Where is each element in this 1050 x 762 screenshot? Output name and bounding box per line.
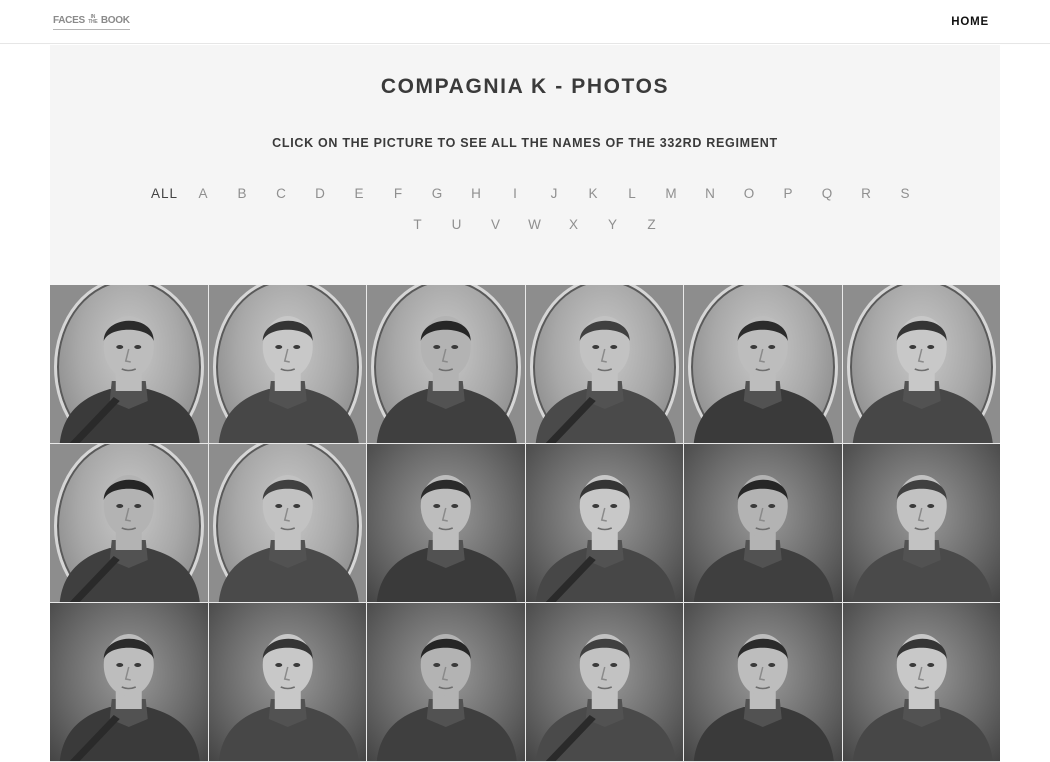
filter-w[interactable]: W <box>516 216 555 233</box>
photo-tile[interactable] <box>50 444 208 602</box>
logo-word-in-the: IN THE <box>88 14 98 25</box>
soldier-portrait-icon <box>535 634 676 761</box>
soldier-portrait-icon <box>376 316 517 443</box>
site-logo[interactable]: FACES IN THE BOOK <box>53 12 130 30</box>
filter-b[interactable]: B <box>223 185 262 202</box>
photo-tile[interactable] <box>367 444 525 602</box>
soldier-portrait-icon <box>59 634 200 761</box>
filter-g[interactable]: G <box>418 185 457 202</box>
soldier-portrait-icon <box>218 475 359 602</box>
soldier-portrait-icon <box>376 475 517 602</box>
soldier-portrait-icon <box>693 475 834 602</box>
filter-u[interactable]: U <box>438 216 477 233</box>
photo-tile[interactable] <box>208 444 366 602</box>
filter-f[interactable]: F <box>379 185 418 202</box>
photo-tile[interactable] <box>684 285 842 443</box>
filter-i[interactable]: I <box>496 185 535 202</box>
soldier-portrait-icon <box>59 475 200 602</box>
filter-z[interactable]: Z <box>633 216 672 233</box>
soldier-portrait-icon <box>535 475 676 602</box>
photo-tile[interactable] <box>684 603 842 761</box>
filter-a[interactable]: A <box>184 185 223 202</box>
soldier-portrait-icon <box>218 634 359 761</box>
filter-p[interactable]: P <box>769 185 808 202</box>
filter-v[interactable]: V <box>477 216 516 233</box>
filter-all[interactable]: ALL <box>145 185 184 202</box>
photo-tile[interactable] <box>367 285 525 443</box>
soldier-portrait-icon <box>693 316 834 443</box>
photo-tile[interactable] <box>525 285 683 443</box>
photo-tile[interactable] <box>525 603 683 761</box>
filter-n[interactable]: N <box>691 185 730 202</box>
filter-m[interactable]: M <box>652 185 691 202</box>
logo-word-faces: FACES <box>53 14 85 26</box>
photo-tile[interactable] <box>367 603 525 761</box>
filter-h[interactable]: H <box>457 185 496 202</box>
filter-x[interactable]: X <box>555 216 594 233</box>
filter-o[interactable]: O <box>730 185 769 202</box>
soldier-portrait-icon <box>852 634 993 761</box>
page-title: COMPAGNIA K - PHOTOS <box>380 75 670 98</box>
soldier-portrait-icon <box>852 316 993 443</box>
nav-home-link[interactable]: HOME <box>951 16 989 28</box>
photo-tile[interactable] <box>842 444 1000 602</box>
photo-tile[interactable] <box>842 603 1000 761</box>
soldier-portrait-icon <box>852 475 993 602</box>
soldier-portrait-icon <box>376 634 517 761</box>
letter-filter-bar: ALL A B C D E F G H I J K L M N O P Q R S T U V W X Y Z <box>145 185 925 233</box>
logo-word-book: BOOK <box>100 14 130 26</box>
filter-r[interactable]: R <box>847 185 886 202</box>
photo-tile[interactable] <box>50 603 208 761</box>
filter-e[interactable]: E <box>340 185 379 202</box>
filter-k[interactable]: K <box>574 185 613 202</box>
filter-s[interactable]: S <box>886 185 925 202</box>
filter-y[interactable]: Y <box>594 216 633 233</box>
photo-tile[interactable] <box>684 444 842 602</box>
soldier-portrait-icon <box>218 316 359 443</box>
filter-t[interactable]: T <box>399 216 438 233</box>
photo-tile[interactable] <box>50 285 208 443</box>
photo-tile[interactable] <box>525 444 683 602</box>
filter-q[interactable]: Q <box>808 185 847 202</box>
filter-l[interactable]: L <box>613 185 652 202</box>
filter-c[interactable]: C <box>262 185 301 202</box>
soldier-portrait-icon <box>59 316 200 443</box>
filter-j[interactable]: J <box>535 185 574 202</box>
photo-tile[interactable] <box>208 285 366 443</box>
top-navbar: FACES IN THE BOOK HOME <box>0 0 1050 44</box>
filter-d[interactable]: D <box>301 185 340 202</box>
page-hero: COMPAGNIA K - PHOTOS CLICK ON THE PICTUR… <box>50 45 1000 285</box>
page-subtitle: CLICK ON THE PICTURE TO SEE ALL THE NAME… <box>272 136 778 150</box>
soldier-portrait-icon <box>535 316 676 443</box>
soldier-portrait-icon <box>693 634 834 761</box>
photo-tile[interactable] <box>208 603 366 761</box>
photo-tile[interactable] <box>842 285 1000 443</box>
photo-gallery <box>50 285 1000 762</box>
